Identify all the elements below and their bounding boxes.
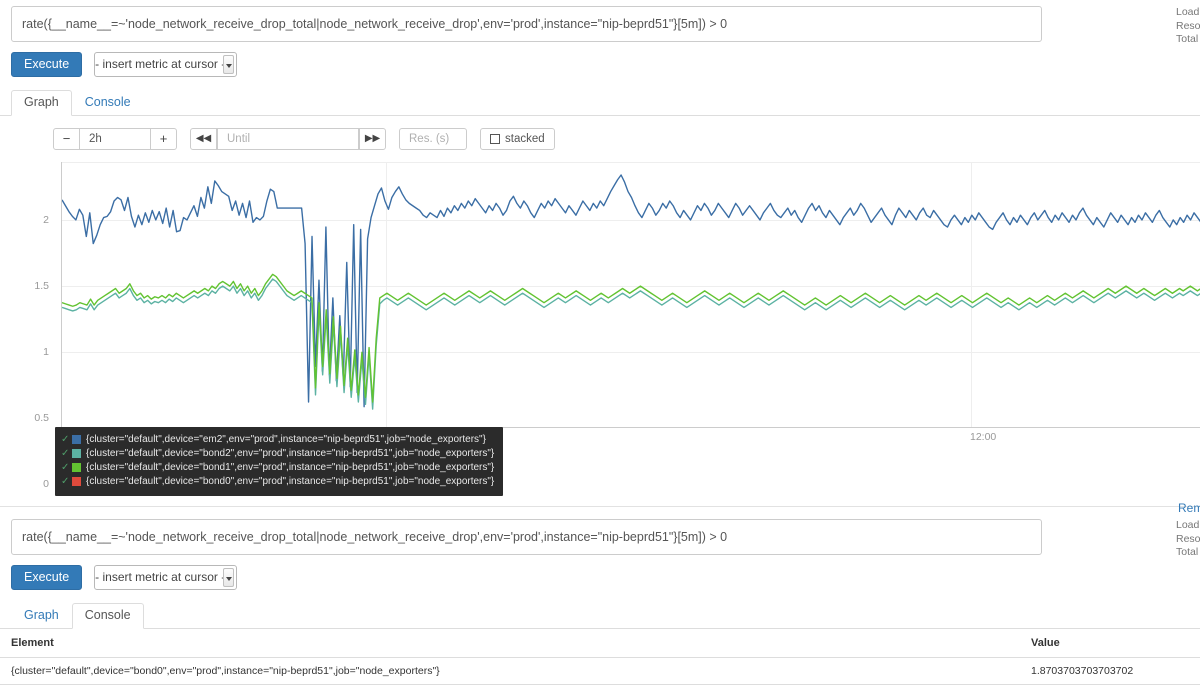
legend-color-swatch <box>72 463 81 472</box>
legend-label: {cluster="default",device="bond0",env="p… <box>86 476 495 487</box>
query-stats-panel1: Load time Resolution Total time series <box>1176 6 1200 47</box>
total-series-label: Total time series <box>1176 33 1200 45</box>
query-actions: Execute - insert metric at cursor - <box>11 565 1200 590</box>
column-header-element: Element <box>0 629 1020 658</box>
forward-icon: ▶▶ <box>364 133 381 144</box>
result-table: Element Value {cluster="default",device=… <box>0 629 1200 685</box>
tab-graph[interactable]: Graph <box>11 90 72 116</box>
query-stats-panel2: Load time Resolution Total time series <box>1176 519 1200 560</box>
insert-metric-value: - insert metric at cursor - <box>95 57 226 71</box>
range-decrease-button[interactable]: − <box>53 128 80 150</box>
expression-input[interactable]: rate({__name__=~'node_network_receive_dr… <box>11 519 1042 555</box>
column-header-value: Value <box>1020 629 1200 658</box>
check-icon: ✓ <box>61 448 70 459</box>
console-panel: Remove Graph Load time Resolution Total … <box>0 498 1200 685</box>
execute-button[interactable]: Execute <box>11 565 83 590</box>
range-increase-button[interactable]: + <box>150 128 177 150</box>
time-group: ◀◀ Until ▶▶ <box>190 128 386 150</box>
table-header-row: Element Value <box>0 629 1200 658</box>
y-axis-tick: 1 <box>43 346 49 358</box>
y-axis-tick: 2 <box>43 214 49 226</box>
remove-graph-link[interactable]: Remove Graph <box>1178 501 1200 515</box>
legend-item[interactable]: ✓ {cluster="default",device="bond2",env=… <box>61 447 494 460</box>
query-actions: Execute - insert metric at cursor - <box>11 52 1200 77</box>
execute-button[interactable]: Execute <box>11 52 83 77</box>
legend-color-swatch <box>72 477 81 486</box>
resolution-input[interactable]: Res. (s) <box>399 128 467 150</box>
graph-controls: − 2h + ◀◀ Until ▶▶ Res. (s) stacked <box>53 128 1200 150</box>
y-axis-tick: 1.5 <box>34 280 49 292</box>
step-backward-button[interactable]: ◀◀ <box>190 128 217 150</box>
check-icon: ✓ <box>61 462 70 473</box>
stacked-checkbox-icon <box>490 134 500 144</box>
plot-area <box>61 162 1200 428</box>
insert-metric-value: - insert metric at cursor - <box>95 570 226 584</box>
cell-value: 1.8703703703703702 <box>1020 657 1200 685</box>
chevron-down-icon[interactable] <box>223 55 235 74</box>
panel1-tabs: Graph Console <box>0 89 1200 116</box>
tab-console[interactable]: Console <box>72 90 144 116</box>
chart-lines <box>62 162 1200 428</box>
stacked-toggle[interactable]: stacked <box>480 128 555 150</box>
legend-label: {cluster="default",device="bond2",env="p… <box>86 448 495 459</box>
tab-graph[interactable]: Graph <box>11 603 72 629</box>
load-time-label: Load time <box>1176 519 1200 531</box>
expression-area: rate({__name__=~'node_network_receive_dr… <box>0 0 1200 42</box>
stacked-label: stacked <box>505 133 545 145</box>
x-axis-tick: 12:00 <box>970 431 997 443</box>
legend-item[interactable]: ✓ {cluster="default",device="bond0",env=… <box>61 475 494 488</box>
legend-color-swatch <box>72 449 81 458</box>
legend-label: {cluster="default",device="em2",env="pro… <box>86 434 486 445</box>
backward-icon: ◀◀ <box>195 133 212 144</box>
step-forward-button[interactable]: ▶▶ <box>359 128 386 150</box>
legend-color-swatch <box>72 435 81 444</box>
tab-console[interactable]: Console <box>71 603 144 629</box>
legend-item[interactable]: ✓ {cluster="default",device="em2",env="p… <box>61 433 494 446</box>
range-group: − 2h + <box>53 128 177 150</box>
legend-label: {cluster="default",device="bond1",env="p… <box>86 462 495 473</box>
chevron-down-icon[interactable] <box>223 568 235 587</box>
panel2-tabs: Graph Console <box>0 602 1200 629</box>
resolution-label: Resolution <box>1176 19 1200 32</box>
end-time-input[interactable]: Until <box>217 128 359 150</box>
insert-metric-select[interactable]: - insert metric at cursor - <box>94 52 238 77</box>
check-icon: ✓ <box>61 476 70 487</box>
total-series-label: Total time series <box>1176 546 1200 558</box>
table-row: {cluster="default",device="bond0",env="p… <box>0 657 1200 685</box>
check-icon: ✓ <box>61 434 70 445</box>
legend-item[interactable]: ✓ {cluster="default",device="bond1",env=… <box>61 461 494 474</box>
chart-legend: ✓ {cluster="default",device="em2",env="p… <box>55 427 504 496</box>
graph-panel: Load time Resolution Total time series r… <box>0 0 1200 496</box>
cell-element: {cluster="default",device="bond0",env="p… <box>0 657 1020 685</box>
expression-input[interactable]: rate({__name__=~'node_network_receive_dr… <box>11 6 1042 42</box>
graph-chart: 2 1.5 1 0.5 0 11:00 12:00 <box>34 162 1200 490</box>
y-axis-tick: 0.5 <box>34 412 49 424</box>
insert-metric-select[interactable]: - insert metric at cursor - <box>94 565 238 590</box>
expression-area: rate({__name__=~'node_network_receive_dr… <box>0 498 1200 555</box>
y-axis-tick: 0 <box>43 478 49 490</box>
load-time-label: Load time <box>1176 6 1200 18</box>
range-input[interactable]: 2h <box>80 128 150 150</box>
resolution-label: Resolution <box>1176 532 1200 545</box>
